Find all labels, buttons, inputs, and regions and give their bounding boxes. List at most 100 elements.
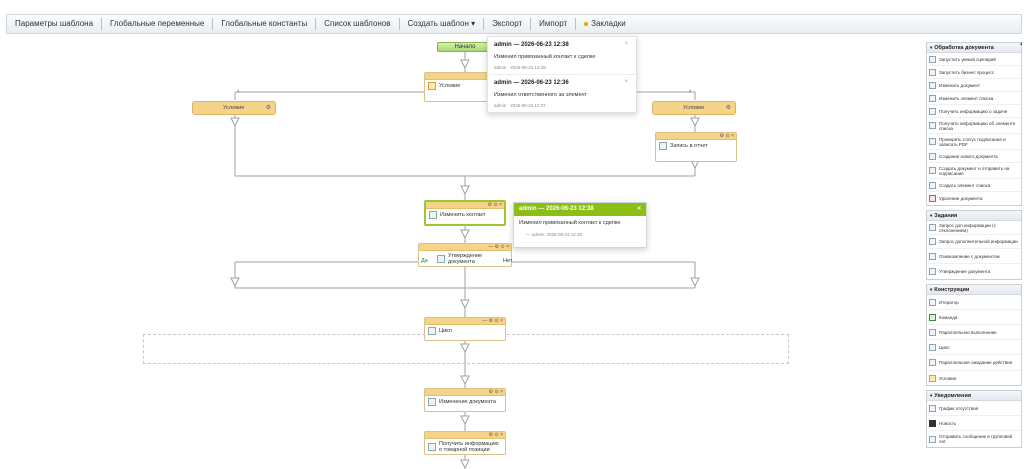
new-document-icon xyxy=(929,152,936,160)
chevron-left-icon: ‹ xyxy=(689,88,692,95)
start-node[interactable]: Начало xyxy=(437,42,493,52)
cycle-node[interactable]: — ⚙ ⊙ × Цикл xyxy=(424,317,506,341)
panel-item-label: Создать документ и отправить на подписан… xyxy=(939,165,1010,176)
report-icon xyxy=(659,142,667,150)
section-header[interactable]: ▾ Конструкции xyxy=(927,285,1021,295)
node-header: — ⚙ ⊙ × xyxy=(419,244,511,251)
close-icon[interactable]: × xyxy=(637,205,641,212)
section-header[interactable]: ▾ Задания xyxy=(927,211,1021,221)
panel-item[interactable]: Параллельное выполнение xyxy=(927,325,1021,340)
signature-icon xyxy=(929,138,936,145)
panel-item-label: Проверить статус подписания и записать P… xyxy=(939,136,1006,147)
iterator-icon xyxy=(929,298,936,306)
panel-item[interactable]: Запрос доп.информации (с отклонением) xyxy=(927,221,1021,235)
panel-item[interactable]: График отсутствия xyxy=(927,401,1021,416)
panel-item[interactable]: Запрос дополнительной информации xyxy=(927,235,1021,249)
panel-item[interactable]: Проверить статус подписания и записать P… xyxy=(927,134,1021,150)
change-document-node[interactable]: ⚙ ⊙ × Изменение документа xyxy=(424,388,506,412)
panel-item[interactable]: Получить информацию о задаче xyxy=(927,105,1021,118)
panel-item[interactable]: Цикл xyxy=(927,340,1021,355)
report-node[interactable]: ⚙ ⊙ × Запись в отчет xyxy=(655,132,737,162)
list-item-icon xyxy=(929,94,936,102)
panel-item[interactable]: Запустить умный сценарий xyxy=(927,53,1021,66)
condition-left-node[interactable]: Условие ⚙ xyxy=(192,101,276,115)
edit-contact-icon xyxy=(429,211,437,219)
app-root: Параметры шаблона Глобальные переменные … xyxy=(0,0,1024,469)
tooltip-title: admin — 2026-06-23 12:38 xyxy=(519,206,594,212)
edit-document-icon xyxy=(929,81,936,89)
panel-item[interactable]: Отправить сообщение в групповой чат xyxy=(927,431,1021,447)
panel-item-label: Итератор xyxy=(939,299,959,305)
panel-item-label: Получить информацию об элементе списка xyxy=(939,120,1016,131)
panel-item-label: Команда xyxy=(939,314,958,320)
panel-item[interactable]: Создать элемент списка xyxy=(927,179,1021,192)
panel-item[interactable]: Новость xyxy=(927,416,1021,431)
panel-item[interactable]: Создание нового документа xyxy=(927,150,1021,163)
scroll-up-icon[interactable]: ▴ xyxy=(1020,42,1022,47)
gear-icon[interactable]: ⚙ xyxy=(266,102,271,114)
task-info-icon xyxy=(929,107,936,115)
section-title: Конструкции xyxy=(934,287,970,293)
notification-title: admin — 2026-06-23 12:38 xyxy=(494,42,569,48)
section-header[interactable]: ▾ Обработка документа xyxy=(927,43,1021,53)
acknowledge-icon xyxy=(929,252,936,260)
panel-item[interactable]: Условие xyxy=(927,371,1021,385)
tooltip-header: admin — 2026-06-23 12:38 × xyxy=(514,203,646,216)
caret-down-icon: ▾ xyxy=(930,213,933,218)
section-title: Задания xyxy=(934,213,958,219)
change-contact-node[interactable]: ⚙ ⊙ × Изменить контакт xyxy=(424,200,506,226)
panel-item[interactable]: Итератор xyxy=(927,295,1021,310)
panel-item[interactable]: Ознакомление с документом xyxy=(927,249,1021,264)
panel-item-label: Условие xyxy=(939,375,957,381)
notification-text: Изменил ответственного за элемент xyxy=(494,92,588,98)
panel-item-label: Новость xyxy=(939,420,957,426)
panel-item-label: Изменить элемент списка xyxy=(939,95,994,101)
gear-icon[interactable]: ⚙ xyxy=(726,102,731,114)
node-label: Изменение документа xyxy=(439,399,496,405)
notification-item[interactable]: admin — 2026-06-23 12:38 Изменил привяза… xyxy=(488,37,636,75)
panel-item[interactable]: Запустить бизнес процесс xyxy=(927,66,1021,79)
condition-label: Условие xyxy=(683,105,705,111)
document-icon xyxy=(437,255,445,263)
approve-document-node[interactable]: — ⚙ ⊙ × Утверждение документа xyxy=(418,243,512,267)
panel-item[interactable]: Изменить документ xyxy=(927,79,1021,92)
caret-down-icon: ▾ xyxy=(930,287,933,292)
panel-item[interactable]: Создать документ и отправить на подписан… xyxy=(927,163,1021,179)
panel-item[interactable]: Параллельное ожидание действия xyxy=(927,355,1021,371)
panel-item[interactable]: Утверждение документа xyxy=(927,264,1021,279)
node-header: ⚙ ⊙ × xyxy=(425,432,505,439)
cycle-icon xyxy=(929,343,936,351)
close-icon[interactable]: × xyxy=(624,79,628,85)
approve-icon xyxy=(929,268,936,275)
branch-yes-label: Да xyxy=(421,258,428,264)
panel-item[interactable]: Изменить элемент списка xyxy=(927,92,1021,105)
node-header: ⚙ ⊙ × xyxy=(656,133,736,140)
activities-panel: ▴ ▾ Обработка документа Запустить умный с… xyxy=(926,42,1022,469)
node-header: — ⚙ ⊙ × xyxy=(425,318,505,325)
condition-right-node[interactable]: Условие ⚙ xyxy=(652,101,736,115)
panel-item[interactable]: Получить информацию об элементе списка xyxy=(927,118,1021,134)
list-info-icon xyxy=(929,122,936,129)
get-info-node[interactable]: ⚙ ⊙ × Получить информацию о товарной поз… xyxy=(424,431,506,455)
notification-text: Изменил привязанный контакт к сделке xyxy=(494,54,596,60)
section-header[interactable]: ▾ Уведомления xyxy=(927,391,1021,401)
caret-down-icon: ▾ xyxy=(930,45,933,50)
panel-item-label: Параллельное выполнение xyxy=(939,329,997,335)
notification-title: admin — 2026-06-23 12:36 xyxy=(494,80,569,86)
comment-tooltip: admin — 2026-06-23 12:38 × Изменил привя… xyxy=(513,202,647,248)
condition-label: Условие xyxy=(223,105,245,111)
panel-item-label: Удаление документа xyxy=(939,196,983,201)
node-body: Получить информацию о товарной позиции xyxy=(425,439,505,455)
scenario-icon xyxy=(929,55,936,63)
notification-item[interactable]: admin — 2026-06-23 12:36 Изменил ответст… xyxy=(488,75,636,113)
panel-item[interactable]: Удаление документа xyxy=(927,192,1021,205)
panel-item-label: Запрос дополнительной информации xyxy=(939,239,1018,244)
panel-item[interactable]: Команда xyxy=(927,310,1021,325)
panel-item-label: Получить информацию о задаче xyxy=(939,108,1008,114)
command-arrow-icon xyxy=(929,313,936,321)
group-chat-icon xyxy=(929,435,936,443)
panel-item-label: Параллельное ожидание действия xyxy=(939,360,1013,365)
close-icon[interactable]: × xyxy=(624,41,628,47)
warning-icon xyxy=(929,374,936,382)
notifications-popup: admin — 2026-06-23 12:38 Изменил привяза… xyxy=(487,36,637,113)
